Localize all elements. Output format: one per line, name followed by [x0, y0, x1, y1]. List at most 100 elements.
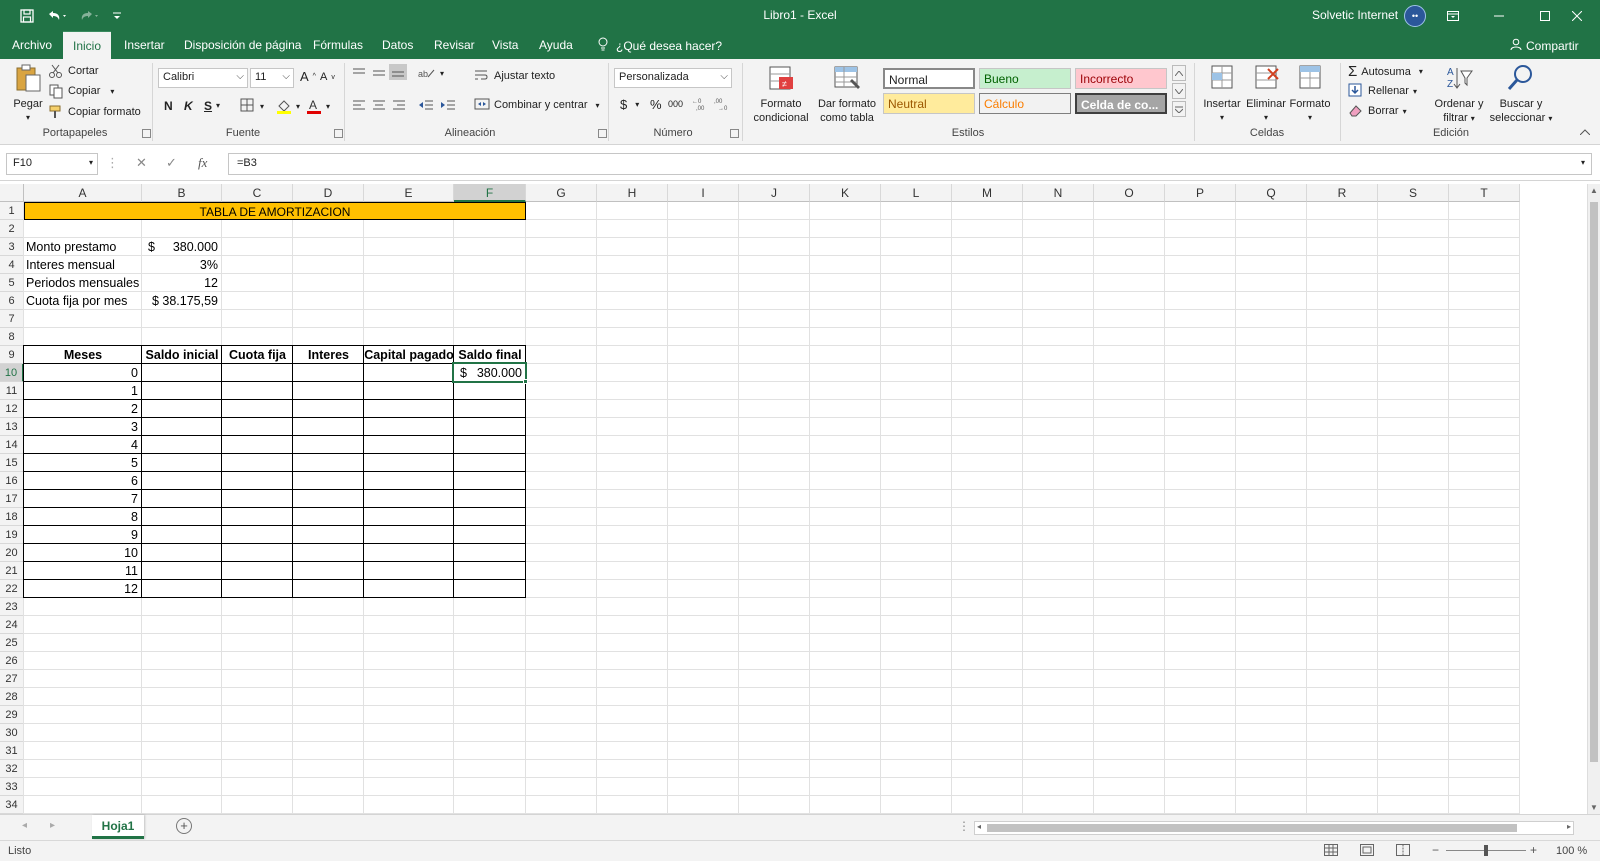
insert-function-icon[interactable]: fx — [198, 155, 207, 171]
column-header-c[interactable]: C — [222, 184, 293, 202]
font-size-combo[interactable]: 11 ⌵ — [250, 68, 294, 88]
percent-button[interactable]: % — [650, 97, 662, 112]
wrap-text-button[interactable]: Ajustar texto — [474, 68, 555, 84]
avatar[interactable]: •• — [1404, 5, 1426, 27]
row-header-33[interactable]: 33 — [0, 778, 24, 796]
styles-scroll-up-icon[interactable] — [1172, 65, 1186, 81]
month-cell[interactable]: 7 — [24, 490, 142, 508]
row-header-18[interactable]: 18 — [0, 508, 24, 526]
clipboard-launcher-icon[interactable] — [142, 129, 151, 138]
paste-dropdown-icon[interactable]: ▾ — [10, 111, 46, 125]
tab-ayuda[interactable]: Ayuda — [539, 31, 573, 59]
decrease-decimal-icon[interactable]: ,00 →0 — [714, 97, 732, 111]
style-normal[interactable]: Normal — [883, 68, 975, 89]
delete-cells-button[interactable]: Eliminar ▾ — [1244, 63, 1288, 125]
underline-dropdown-icon[interactable]: ▾ — [216, 101, 220, 110]
tab-disposicion[interactable]: Disposición de página — [184, 31, 301, 59]
font-color-button[interactable]: A ▾ — [306, 98, 330, 114]
name-box[interactable]: F10 ▾ — [6, 153, 98, 175]
param-value[interactable]: 380.000 — [142, 238, 222, 256]
column-header-b[interactable]: B — [142, 184, 222, 202]
column-header-j[interactable]: J — [739, 184, 810, 202]
prev-sheet-icon[interactable]: ◂ — [22, 820, 27, 831]
row-header-9[interactable]: 9 — [0, 346, 24, 364]
row-header-34[interactable]: 34 — [0, 796, 24, 814]
page-layout-view-icon[interactable] — [1360, 844, 1374, 859]
row-header-1[interactable]: 1 — [0, 202, 24, 220]
styles-scroll-down-icon[interactable] — [1172, 83, 1186, 99]
shrink-font-icon[interactable]: Av — [320, 71, 335, 83]
paste-button[interactable]: Pegar ▾ — [10, 63, 46, 125]
increase-decimal-icon[interactable]: ←0,00 — [692, 97, 710, 111]
number-format-combo[interactable]: Personalizada ⌵ — [614, 68, 732, 88]
zoom-in-icon[interactable]: + — [1530, 843, 1537, 857]
param-label[interactable]: Cuota fija por mes — [26, 292, 127, 310]
style-check-cell[interactable]: Celda de co... — [1075, 93, 1167, 114]
row-header-22[interactable]: 22 — [0, 580, 24, 598]
row-header-8[interactable]: 8 — [0, 328, 24, 346]
row-header-21[interactable]: 21 — [0, 562, 24, 580]
thousands-separator-button[interactable]: 000 — [668, 99, 683, 109]
row-header-29[interactable]: 29 — [0, 706, 24, 724]
fill-color-button[interactable]: ▾ — [276, 98, 300, 114]
insert-cells-button[interactable]: Insertar ▾ — [1200, 63, 1244, 125]
row-header-4[interactable]: 4 — [0, 256, 24, 274]
month-cell[interactable]: 6 — [24, 472, 142, 490]
row-header-13[interactable]: 13 — [0, 418, 24, 436]
underline-button[interactable]: S — [204, 99, 212, 113]
row-header-32[interactable]: 32 — [0, 760, 24, 778]
zoom-level[interactable]: 100 % — [1556, 845, 1587, 857]
table-header-cell[interactable]: Interes — [293, 346, 364, 364]
select-all-corner[interactable] — [0, 184, 24, 202]
month-cell[interactable]: 3 — [24, 418, 142, 436]
copy-dropdown-icon[interactable]: ▾ — [110, 87, 114, 96]
param-label[interactable]: Monto prestamo — [26, 238, 116, 256]
italic-button[interactable]: K — [184, 99, 193, 113]
column-header-n[interactable]: N — [1023, 184, 1094, 202]
expand-formula-bar-icon[interactable]: ▾ — [1581, 158, 1585, 167]
row-header-5[interactable]: 5 — [0, 274, 24, 292]
fill-handle[interactable] — [523, 379, 528, 384]
row-header-19[interactable]: 19 — [0, 526, 24, 544]
param-label[interactable]: Periodos mensuales — [26, 274, 139, 292]
vertical-scroll-thumb[interactable] — [1590, 202, 1598, 762]
style-neutral[interactable]: Neutral — [883, 93, 975, 114]
month-cell[interactable]: 11 — [24, 562, 142, 580]
fill-button[interactable]: Rellenar ▾ — [1348, 83, 1417, 99]
column-header-k[interactable]: K — [810, 184, 881, 202]
column-header-l[interactable]: L — [881, 184, 952, 202]
row-header-10[interactable]: 10 — [0, 364, 24, 382]
style-bad[interactable]: Incorrecto — [1075, 68, 1167, 89]
worksheet-grid[interactable]: A B C D E F G H I J K L M N O P Q R S T 1 2 3 4 5 6 7 8 9 10 11 12 13 14 1… — [0, 184, 1587, 814]
row-header-2[interactable]: 2 — [0, 220, 24, 238]
collapse-ribbon-icon[interactable] — [1580, 129, 1590, 135]
tab-datos[interactable]: Datos — [382, 31, 413, 59]
column-header-i[interactable]: I — [668, 184, 739, 202]
decrease-indent-icon[interactable] — [418, 99, 434, 111]
grow-font-icon[interactable]: A ^ — [300, 69, 316, 84]
format-as-table-button[interactable]: Dar formato como tabla — [814, 63, 880, 125]
column-header-f[interactable]: F — [454, 184, 526, 202]
align-bottom-icon[interactable] — [389, 64, 407, 80]
styles-more-icon[interactable] — [1172, 101, 1186, 117]
row-header-12[interactable]: 12 — [0, 400, 24, 418]
month-cell[interactable]: 12 — [24, 580, 142, 598]
month-cell[interactable]: 5 — [24, 454, 142, 472]
table-header-cell[interactable]: Saldo inicial — [142, 346, 222, 364]
row-header-14[interactable]: 14 — [0, 436, 24, 454]
row-header-27[interactable]: 27 — [0, 670, 24, 688]
font-name-combo[interactable]: Calibri ⌵ — [158, 68, 248, 88]
tell-me-search[interactable]: ¿Qué desea hacer? — [598, 37, 722, 54]
borders-button[interactable]: ▾ — [240, 98, 264, 114]
normal-view-icon[interactable] — [1324, 844, 1338, 859]
column-header-h[interactable]: H — [597, 184, 668, 202]
tab-formulas[interactable]: Fórmulas — [313, 31, 363, 59]
style-calculation[interactable]: Cálculo — [979, 93, 1071, 114]
tab-revisar[interactable]: Revisar — [434, 31, 475, 59]
align-middle-icon[interactable] — [372, 67, 386, 79]
user-name[interactable]: Solvetic Internet — [1312, 8, 1398, 22]
autosum-button[interactable]: Σ Autosuma ▾ — [1348, 63, 1423, 80]
table-header-cell[interactable]: Capital pagado — [364, 346, 454, 364]
font-launcher-icon[interactable] — [334, 129, 343, 138]
clear-button[interactable]: Borrar ▾ — [1348, 103, 1407, 119]
